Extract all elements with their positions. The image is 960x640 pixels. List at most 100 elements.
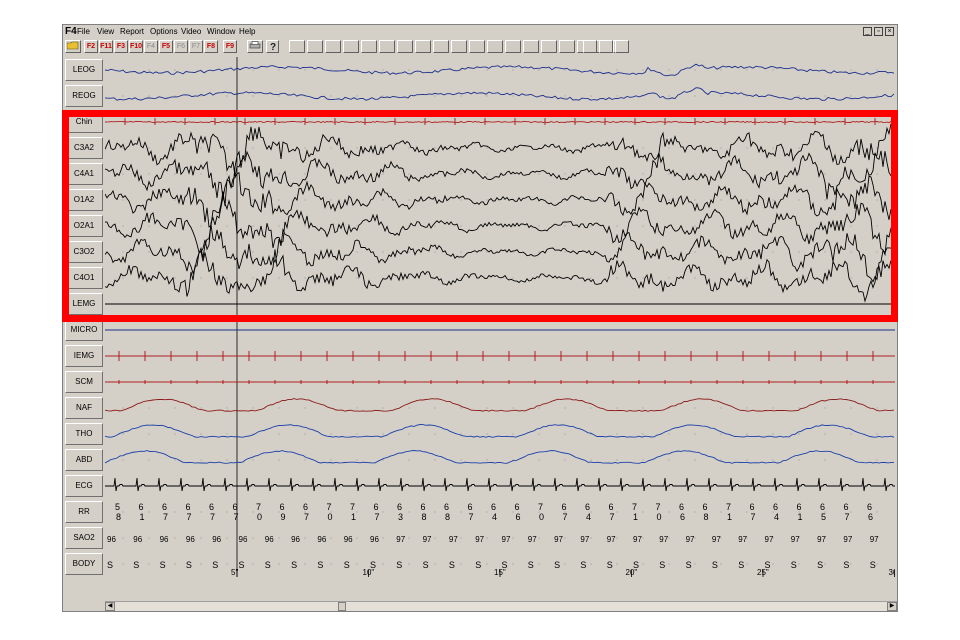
- scroll-left-icon[interactable]: ◀: [105, 602, 115, 611]
- grid-dot: [174, 511, 176, 513]
- channel-label-micro[interactable]: MICRO: [65, 319, 103, 341]
- fkey-button-f11[interactable]: F11: [99, 40, 113, 53]
- toolbar-blank-button[interactable]: [325, 40, 341, 53]
- grid-dot: [382, 147, 384, 149]
- sao2-value: 97: [870, 535, 879, 544]
- sao2-value: 96: [107, 535, 116, 544]
- menu-window[interactable]: Window: [207, 25, 235, 38]
- toolbar-blank-button[interactable]: [307, 40, 323, 53]
- grid-dot: [486, 199, 488, 201]
- rr-value: 7: [256, 502, 261, 512]
- menu-view[interactable]: View: [97, 25, 114, 38]
- grid-dot: [382, 69, 384, 71]
- grid-dot: [720, 563, 722, 565]
- grid-dot: [850, 433, 852, 435]
- rr-value: 6: [139, 502, 144, 512]
- toolbar-blank-button[interactable]: [397, 40, 413, 53]
- grid-dot: [798, 459, 800, 461]
- folder-icon[interactable]: [65, 40, 81, 53]
- grid-dot: [486, 173, 488, 175]
- svg-text:?: ?: [270, 42, 276, 51]
- channel-label-c3o2[interactable]: C3O2: [65, 241, 103, 263]
- minimize-button[interactable]: _: [863, 27, 872, 36]
- grid-dot: [824, 407, 826, 409]
- body-value: S: [659, 560, 665, 570]
- toolbar-blank-button[interactable]: [505, 40, 521, 53]
- menu-report[interactable]: Report: [120, 25, 144, 38]
- toolbar-blank-button[interactable]: [379, 40, 395, 53]
- rr-value: 6: [233, 502, 238, 512]
- help-icon[interactable]: ?: [266, 40, 279, 53]
- menu-help[interactable]: Help: [239, 25, 255, 38]
- sao2-value: 97: [502, 535, 511, 544]
- horizontal-scrollbar[interactable]: ◀ ▶: [105, 601, 897, 611]
- printer-icon[interactable]: [247, 40, 263, 53]
- channel-label-chin[interactable]: Chin: [65, 111, 103, 133]
- toolbar-view-button[interactable]: [615, 40, 629, 53]
- channel-label-c4a1[interactable]: C4A1: [65, 163, 103, 185]
- channel-label-c4o1[interactable]: C4O1: [65, 267, 103, 289]
- channel-label-sao2[interactable]: SAO2: [65, 527, 103, 549]
- rr-value: 7: [327, 502, 332, 512]
- channel-label-reog[interactable]: REOG: [65, 85, 103, 107]
- fkey-button-f6[interactable]: F6: [174, 40, 188, 53]
- toolbar-view-button[interactable]: [599, 40, 613, 53]
- fkey-button-f7[interactable]: F7: [189, 40, 203, 53]
- menu-video[interactable]: Video: [181, 25, 201, 38]
- toolbar-blank-button[interactable]: [523, 40, 539, 53]
- grid-dot: [616, 95, 618, 97]
- channel-label-o2a1[interactable]: O2A1: [65, 215, 103, 237]
- channel-label-ecg[interactable]: ECG: [65, 475, 103, 497]
- toolbar-blank-button[interactable]: [487, 40, 503, 53]
- channel-label-c3a2[interactable]: C3A2: [65, 137, 103, 159]
- toolbar-blank-button[interactable]: [451, 40, 467, 53]
- channel-label-lemg[interactable]: LEMG: [65, 293, 103, 315]
- fkey-button-f9[interactable]: F9: [223, 40, 237, 53]
- grid-dot: [148, 563, 150, 565]
- grid-dot: [876, 225, 878, 227]
- channel-label-rr[interactable]: RR: [65, 501, 103, 523]
- channel-label-leog[interactable]: LEOG: [65, 59, 103, 81]
- fkey-button-f8[interactable]: F8: [204, 40, 218, 53]
- fkey-button-f2[interactable]: F2: [84, 40, 98, 53]
- signal-trace-abd: [105, 450, 895, 464]
- grid-dot: [772, 433, 774, 435]
- toolbar-blank-button[interactable]: [433, 40, 449, 53]
- scroll-right-icon[interactable]: ▶: [887, 602, 897, 611]
- channel-label-iemg[interactable]: IEMG: [65, 345, 103, 367]
- toolbar-blank-button[interactable]: [541, 40, 557, 53]
- grid-dot: [564, 173, 566, 175]
- grid-dot: [850, 95, 852, 97]
- toolbar-blank-button[interactable]: [415, 40, 431, 53]
- rr-value: 6: [444, 502, 449, 512]
- channel-label-naf[interactable]: NAF: [65, 397, 103, 419]
- toolbar-blank-button[interactable]: [289, 40, 305, 53]
- close-button[interactable]: ×: [885, 27, 894, 36]
- menu-file[interactable]: File: [77, 25, 90, 38]
- channel-label-tho[interactable]: THO: [65, 423, 103, 445]
- toolbar-blank-button[interactable]: [559, 40, 575, 53]
- channel-label-scm[interactable]: SCM: [65, 371, 103, 393]
- fkey-button-f5[interactable]: F5: [159, 40, 173, 53]
- toolbar-view-button[interactable]: [583, 40, 597, 53]
- channel-label-o1a2[interactable]: O1A2: [65, 189, 103, 211]
- toolbar-blank-button[interactable]: [469, 40, 485, 53]
- fkey-button-f3[interactable]: F3: [114, 40, 128, 53]
- toolbar-blank-button[interactable]: [361, 40, 377, 53]
- fkey-button-f4[interactable]: F4: [144, 40, 158, 53]
- grid-dot: [694, 537, 696, 539]
- grid-dot: [616, 225, 618, 227]
- channel-label-abd[interactable]: ABD: [65, 449, 103, 471]
- fkey-button-f10[interactable]: F10: [129, 40, 143, 53]
- grid-dot: [356, 537, 358, 539]
- grid-dot: [278, 199, 280, 201]
- channel-label-body[interactable]: BODY: [65, 553, 103, 575]
- toolbar-blank-button[interactable]: [343, 40, 359, 53]
- menu-options[interactable]: Options: [150, 25, 178, 38]
- grid-dot: [122, 173, 124, 175]
- grid-dot: [850, 147, 852, 149]
- grid-dot: [304, 225, 306, 227]
- scroll-thumb[interactable]: [338, 602, 346, 611]
- grid-dot: [850, 563, 852, 565]
- restore-button[interactable]: ▫: [874, 27, 883, 36]
